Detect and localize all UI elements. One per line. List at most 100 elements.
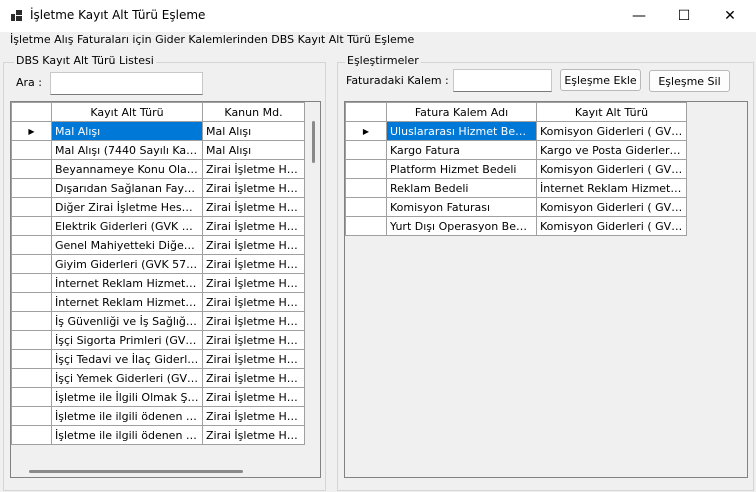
dbs-list-cell-col1[interactable]: İş Güvenliği ve İş Sağlığı ...	[51, 311, 203, 331]
dbs-list-cell-col2[interactable]: Zirai İşletme Hesab	[202, 273, 305, 293]
dbs-list-table-row[interactable]: ▶ Mal Alışı Mal Alışı	[11, 121, 305, 141]
mappings-cell-col2[interactable]: Komisyon Giderleri ( GVK...	[536, 159, 687, 179]
mappings-table-row[interactable]: Kargo Fatura Kargo ve Posta Giderleri (..…	[345, 140, 687, 160]
dbs-list-cell-col2[interactable]: Zirai İşletme Hesab	[202, 292, 305, 312]
dbs-list-table-row[interactable]: İnternet Reklam Hizmetle... Zirai İşletme…	[11, 292, 305, 312]
add-mapping-button[interactable]: Eşleşme Ekle	[560, 69, 641, 91]
minimize-button[interactable]: —	[616, 0, 662, 32]
row-header-cell[interactable]	[11, 197, 52, 217]
dbs-list-cell-col2[interactable]: Zirai İşletme Hesab	[202, 159, 305, 179]
dbs-list-cell-col1[interactable]: Genel Mahiyetteki Diğer ...	[51, 235, 203, 255]
row-header-cell[interactable]	[11, 273, 52, 293]
dbs-list-table-row[interactable]: İşçi Tedavi ve İlaç Giderler... Zirai İşl…	[11, 349, 305, 369]
search-input[interactable]	[50, 72, 203, 95]
mappings-table-row[interactable]: Yurt Dışı Operasyon Bedeli Komisyon Gider…	[345, 216, 687, 236]
dbs-list-table-row[interactable]: Giyim Giderleri (GVK 57/8) Zirai İşletme …	[11, 254, 305, 274]
current-row-indicator-icon[interactable]: ▶	[345, 121, 387, 141]
dbs-list-cell-col2[interactable]: Zirai İşletme Hesab	[202, 197, 305, 217]
row-header-cell[interactable]	[345, 197, 387, 217]
dbs-list-cell-col1[interactable]: İşçi Tedavi ve İlaç Giderler...	[51, 349, 203, 369]
dbs-list-cell-col1[interactable]: Elektrik Giderleri (GVK 57...	[51, 216, 203, 236]
mappings-table-row[interactable]: ▶ Uluslararası Hizmet Bedeli Komisyon Gide…	[345, 121, 687, 141]
row-header-cell[interactable]	[11, 159, 52, 179]
dbs-list-cell-col2[interactable]: Zirai İşletme Hesab	[202, 235, 305, 255]
dbs-list-cell-col1[interactable]: İşletme ile ilgili ödenen S...	[51, 406, 203, 426]
dbs-list-cell-col1[interactable]: İşletme ile ilgili ödenen v...	[51, 425, 203, 445]
mappings-cell-col1[interactable]: Platform Hizmet Bedeli	[386, 159, 537, 179]
dbs-list-cell-col2[interactable]: Zirai İşletme Hesab	[202, 216, 305, 236]
dbs-list-table-row[interactable]: Dışarıdan Sağlanan Fayd... Zirai İşletme …	[11, 178, 305, 198]
dbs-list-cell-col2[interactable]: Zirai İşletme Hesab	[202, 368, 305, 388]
maximize-button[interactable]: ☐	[661, 0, 707, 32]
dbs-list-table-row[interactable]: İşçi Sigorta Primleri (GVK ... Zirai İşle…	[11, 330, 305, 350]
mappings-table-row[interactable]: Reklam Bedeli İnternet Reklam Hizmet ...	[345, 178, 687, 198]
dbs-list-cell-col2[interactable]: Zirai İşletme Hesab	[202, 425, 305, 445]
dbs-list-cell-col2[interactable]: Zirai İşletme Hesab	[202, 406, 305, 426]
dbs-list-cell-col2[interactable]: Zirai İşletme Hesab	[202, 349, 305, 369]
close-button[interactable]: ✕	[707, 0, 753, 32]
row-header-cell[interactable]	[11, 425, 52, 445]
mappings-table-row[interactable]: Platform Hizmet Bedeli Komisyon Giderleri…	[345, 159, 687, 179]
mappings-cell-col2[interactable]: Kargo ve Posta Giderleri (...	[536, 140, 687, 160]
horizontal-scroll-thumb[interactable]	[29, 470, 243, 473]
current-row-indicator-icon[interactable]: ▶	[11, 121, 52, 141]
mappings-cell-col1[interactable]: Uluslararası Hizmet Bedeli	[386, 121, 537, 141]
column-header-kayit-alt-turu[interactable]: Kayıt Alt Türü	[536, 102, 687, 122]
row-header-cell[interactable]	[11, 292, 52, 312]
dbs-list-vertical-scrollbar[interactable]	[308, 103, 320, 465]
dbs-list-cell-col1[interactable]: Diğer Zirai İşletme Hesab...	[51, 197, 203, 217]
dbs-list-cell-col1[interactable]: İşletme ile İlgili Olmak Şa...	[51, 387, 203, 407]
mappings-cell-col2[interactable]: Komisyon Giderleri ( GVK...	[536, 121, 687, 141]
dbs-list-table-row[interactable]: Genel Mahiyetteki Diğer ... Zirai İşletme…	[11, 235, 305, 255]
dbs-list-table-row[interactable]: İş Güvenliği ve İş Sağlığı ... Zirai İşle…	[11, 311, 305, 331]
mappings-cell-col2[interactable]: Komisyon Giderleri ( GVK...	[536, 197, 687, 217]
mappings-cell-col2[interactable]: İnternet Reklam Hizmet ...	[536, 178, 687, 198]
dbs-list-cell-col1[interactable]: İşçi Yemek Giderleri (GVK...	[51, 368, 203, 388]
row-header-cell[interactable]	[11, 330, 52, 350]
delete-mapping-button[interactable]: Eşleşme Sil	[649, 70, 730, 92]
column-header-fatura-kalem-adi[interactable]: Fatura Kalem Adı	[386, 102, 537, 122]
dbs-list-table-row[interactable]: Diğer Zirai İşletme Hesab... Zirai İşletm…	[11, 197, 305, 217]
dbs-list-table-row[interactable]: İşçi Yemek Giderleri (GVK... Zirai İşletm…	[11, 368, 305, 388]
dbs-list-cell-col1[interactable]: İnternet Reklam Hizmetle...	[51, 292, 203, 312]
row-header-cell[interactable]	[345, 178, 387, 198]
dbs-list-cell-col1[interactable]: Beyannameye Konu Olan...	[51, 159, 203, 179]
dbs-list-cell-col1[interactable]: Giyim Giderleri (GVK 57/8)	[51, 254, 203, 274]
vertical-scroll-thumb[interactable]	[312, 121, 315, 163]
dbs-list-grid[interactable]: Kayıt Alt Türü Kanun Md. ▶ Mal Alışı Mal A…	[10, 101, 321, 478]
mappings-table-row[interactable]: Komisyon Faturası Komisyon Giderleri ( GV…	[345, 197, 687, 217]
mappings-cell-col1[interactable]: Kargo Fatura	[386, 140, 537, 160]
row-header-cell[interactable]	[345, 140, 387, 160]
invoice-item-input[interactable]	[453, 69, 552, 92]
row-header-cell[interactable]	[345, 159, 387, 179]
row-header-cell[interactable]	[11, 387, 52, 407]
mappings-cell-col1[interactable]: Komisyon Faturası	[386, 197, 537, 217]
dbs-list-cell-col2[interactable]: Zirai İşletme Hesab	[202, 387, 305, 407]
dbs-list-table-row[interactable]: İşletme ile ilgili ödenen S... Zirai İşle…	[11, 406, 305, 426]
row-header-cell[interactable]	[11, 254, 52, 274]
row-header-cell[interactable]	[11, 178, 52, 198]
title-bar[interactable]: İşletme Kayıt Alt Türü Eşleme — ☐ ✕	[0, 0, 756, 32]
dbs-list-table-row[interactable]: İşletme ile İlgili Olmak Şa... Zirai İşle…	[11, 387, 305, 407]
dbs-list-cell-col2[interactable]: Zirai İşletme Hesab	[202, 178, 305, 198]
dbs-list-cell-col1[interactable]: İşçi Sigorta Primleri (GVK ...	[51, 330, 203, 350]
dbs-list-cell-col2[interactable]: Zirai İşletme Hesab	[202, 311, 305, 331]
row-header-cell[interactable]	[11, 216, 52, 236]
dbs-list-cell-col2[interactable]: Mal Alışı	[202, 121, 305, 141]
dbs-list-cell-col1[interactable]: İnternet Reklam Hizmet ...	[51, 273, 203, 293]
dbs-list-cell-col2[interactable]: Mal Alışı	[202, 140, 305, 160]
column-header-kayit-alt-turu[interactable]: Kayıt Alt Türü	[51, 102, 203, 122]
row-header-cell[interactable]	[11, 406, 52, 426]
dbs-list-table-row[interactable]: Elektrik Giderleri (GVK 57... Zirai İşlet…	[11, 216, 305, 236]
dbs-list-cell-col1[interactable]: Dışarıdan Sağlanan Fayd...	[51, 178, 203, 198]
mappings-cell-col1[interactable]: Reklam Bedeli	[386, 178, 537, 198]
mappings-grid[interactable]: Fatura Kalem Adı Kayıt Alt Türü ▶ Uluslar…	[344, 101, 748, 478]
dbs-list-table-row[interactable]: İnternet Reklam Hizmet ... Zirai İşletme …	[11, 273, 305, 293]
row-header-cell[interactable]	[11, 311, 52, 331]
row-header-cell[interactable]	[345, 216, 387, 236]
row-header-cell[interactable]	[11, 368, 52, 388]
row-header-cell[interactable]	[11, 349, 52, 369]
dbs-list-cell-col2[interactable]: Zirai İşletme Hesab	[202, 330, 305, 350]
mappings-cell-col2[interactable]: Komisyon Giderleri ( GVK...	[536, 216, 687, 236]
row-header-cell[interactable]	[11, 235, 52, 255]
